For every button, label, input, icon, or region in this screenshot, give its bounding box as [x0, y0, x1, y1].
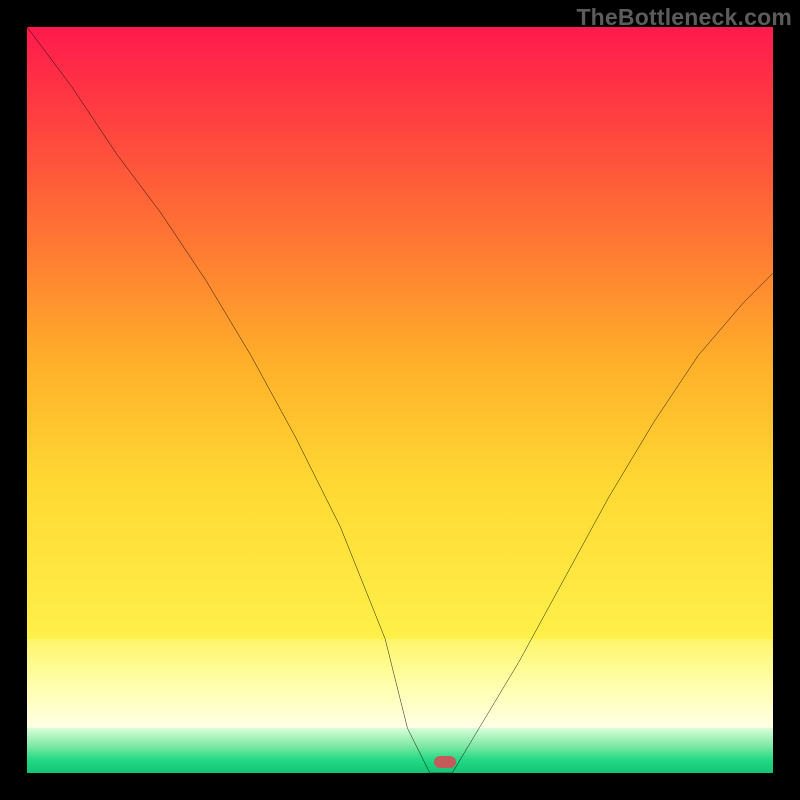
plot-area — [27, 27, 773, 773]
chart-frame: TheBottleneck.com — [0, 0, 800, 800]
bottleneck-curve — [27, 27, 773, 773]
minimum-marker — [434, 756, 456, 768]
